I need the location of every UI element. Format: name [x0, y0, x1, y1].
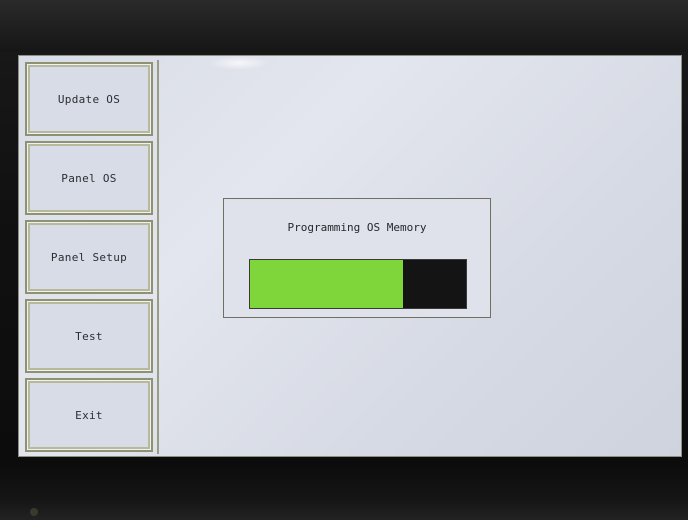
- panel-os-button[interactable]: Panel OS: [25, 141, 153, 215]
- dialog-title: Programming OS Memory: [287, 221, 427, 234]
- progress-dialog: Programming OS Memory: [223, 198, 491, 318]
- exit-button[interactable]: Exit: [25, 378, 153, 452]
- touch-screen: Update OS Panel OS Panel Setup Test Exit…: [18, 55, 682, 457]
- test-button[interactable]: Test: [25, 299, 153, 373]
- progress-bar: [249, 259, 467, 309]
- main-panel: Programming OS Memory: [157, 60, 679, 454]
- update-os-button[interactable]: Update OS: [25, 62, 153, 136]
- sidebar-menu: Update OS Panel OS Panel Setup Test Exit: [25, 62, 157, 454]
- bezel-top: [0, 0, 688, 52]
- power-led: [30, 508, 38, 516]
- bezel-bottom: [0, 468, 688, 520]
- progress-bar-fill: [250, 260, 404, 308]
- panel-setup-button[interactable]: Panel Setup: [25, 220, 153, 294]
